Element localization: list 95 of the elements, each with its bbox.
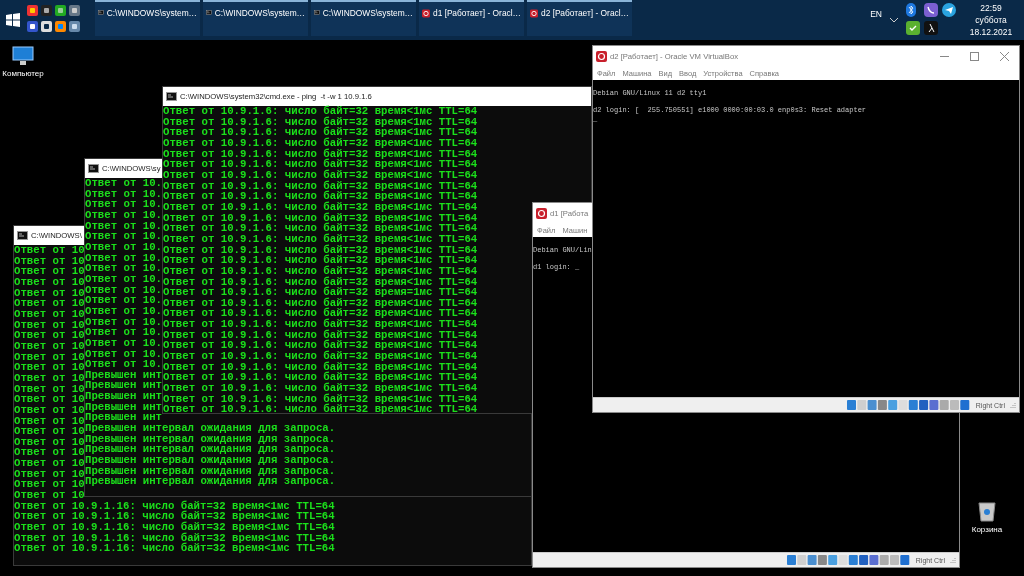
- console-line: Ответ от 10.: [85, 359, 162, 370]
- console-line: Ответ от 10: [14, 330, 85, 341]
- console-line: Ответ от 10.: [85, 305, 162, 317]
- console-line: Ответ от 10.: [85, 348, 162, 360]
- console-line: Ответ от 10: [14, 308, 85, 320]
- console-line: Ответ от 10.9.1.6: число байт=32 время<1мс TTL=64: [163, 127, 478, 138]
- desktop-icon-label[interactable]: Корзина: [971, 525, 1003, 534]
- console-line: Ответ от 10.: [85, 337, 162, 349]
- console-line: Ответ от 10: [14, 458, 85, 469]
- console-line: Ответ от 10: [14, 255, 85, 267]
- console-line: Ответ от 10.: [85, 316, 162, 328]
- console-line: Превышен интервал ожидания для запроса.: [85, 465, 336, 477]
- paper-plane-icon[interactable]: [942, 3, 956, 17]
- console-line: Превышен интервал ожидания для запроса.: [85, 476, 336, 488]
- console-line: Ответ от 10.9.1.6: число байт=32 время<1мс TTL=64: [163, 233, 478, 245]
- clock[interactable]: 22:59 суббота 18.12.2021: [966, 0, 1016, 38]
- console-line: Ответ от 10: [14, 479, 85, 491]
- console-line: Ответ от 10.: [85, 252, 162, 264]
- console-line: Ответ от 10.: [85, 263, 162, 274]
- console-line: Ответ от 10.9.1.6: число байт=32 время<1мс TTL=64: [163, 169, 478, 181]
- console-line: Превышен интервал ожидания для запроса.: [85, 423, 336, 434]
- console-line: Ответ от 10.: [85, 188, 162, 200]
- console-line: Ответ от 10: [14, 383, 85, 395]
- console-line: Ответ от 10: [14, 372, 85, 384]
- console-line: Ответ от 10: [14, 468, 85, 480]
- console-line: Ответ от 10.9.1.6: число байт=32 время<1мс TTL=64: [163, 191, 478, 202]
- clock-weekday: суббота: [975, 14, 1007, 26]
- console-line: Ответ от 10: [14, 319, 85, 331]
- console-line: Ответ от 10: [14, 351, 85, 363]
- console-line: Ответ от 10.: [85, 231, 162, 242]
- taskbar-button[interactable]: C:\WINDOWS\system…: [203, 0, 308, 36]
- maximize-icon: [969, 51, 979, 61]
- console-line: Ответ от 10.9.1.6: число байт=32 время<1мс TTL=64: [163, 106, 478, 117]
- console-line: Ответ от 10: [14, 415, 85, 427]
- bluetooth-icon[interactable]: [906, 3, 916, 17]
- console-line: Ответ от 10.9.1.6: число байт=32 время<1мс TTL=64: [163, 404, 478, 416]
- console-line: Ответ от 10: [14, 447, 85, 459]
- chevron-icon[interactable]: [890, 18, 898, 23]
- console-line: Ответ от 10: [14, 245, 85, 256]
- taskbar-button[interactable]: d2 [Работает] - Oracl…: [527, 0, 632, 36]
- console-line: Ответ от 10: [14, 276, 85, 288]
- windows-logo-icon: [6, 13, 20, 27]
- console-line: Ответ от 10.9.1.6: число байт=32 время<1мс TTL=64: [163, 255, 478, 266]
- minimize-icon: [939, 55, 949, 57]
- console-line: Ответ от 10.9.1.16: число байт=32 время<1мс TTL=64: [14, 522, 335, 533]
- console-line: Ответ от 10: [14, 362, 85, 373]
- console-line: Ответ от 10: [14, 266, 85, 277]
- console-line: Превышен инт: [85, 380, 162, 392]
- console-line: Ответ от 10.9.1.6: число байт=32 время<1мс TTL=64: [163, 383, 478, 394]
- check-icon[interactable]: [906, 21, 920, 35]
- console-line: Превышен инт: [85, 401, 162, 413]
- console-line: Ответ от 10.: [85, 220, 162, 232]
- console-line: Ответ от 10.: [85, 178, 162, 189]
- console-line: Превышен инт: [85, 391, 162, 402]
- language-indicator[interactable]: EN: [870, 9, 882, 19]
- clock-date: 18.12.2021: [969, 26, 1013, 38]
- console-line: Ответ от 10.9.1.6: число байт=32 время<1мс TTL=64: [163, 223, 478, 234]
- taskbar-button[interactable]: d1 [Работает] - Oracl…: [419, 0, 524, 36]
- desktop-icon-label[interactable]: Компьютер: [2, 69, 44, 78]
- console-line: Ответ от 10.9.1.6: число байт=32 время<1мс TTL=64: [163, 351, 478, 362]
- console-line: Превышен интервал ожидания для запроса.: [85, 455, 336, 466]
- console-line: Ответ от 10.9.1.6: число байт=32 время<1мс TTL=64: [163, 137, 478, 149]
- console-line: Ответ от 10.: [85, 327, 162, 338]
- console-line: Ответ от 10.: [85, 209, 162, 221]
- clock-time: 22:59: [980, 2, 1002, 14]
- console-line: Ответ от 10.: [85, 199, 162, 210]
- trash-bin-icon: [978, 500, 996, 522]
- taskbar-button[interactable]: C:\WINDOWS\system…: [311, 0, 416, 36]
- console-line: Ответ от 10.: [85, 273, 162, 285]
- console-line: Ответ от 10: [14, 394, 85, 405]
- console-line: Ответ от 10.9.1.6: число байт=32 время<1мс TTL=64: [163, 201, 478, 213]
- console-line: Превышен интервал ожидания для запроса.: [85, 444, 336, 456]
- console-line: Ответ от 10: [14, 490, 85, 501]
- taskbar-button[interactable]: C:\WINDOWS\system…: [95, 0, 200, 36]
- close-icon: [999, 51, 1009, 61]
- phone-icon[interactable]: [924, 3, 938, 17]
- console-line: Ответ от 10.9.1.6: число байт=32 время<1мс TTL=64: [163, 159, 478, 170]
- console-line: Ответ от 10: [14, 426, 85, 437]
- console-line: Ответ от 10.: [85, 284, 162, 296]
- console-line: Ответ от 10.9.1.6: число байт=32 время=1мс TTL=64: [163, 287, 478, 298]
- console-line: Превышен инт: [85, 369, 162, 381]
- console-line: Ответ от 10: [14, 287, 85, 299]
- console-line: Ответ от 10.9.1.6: число байт=32 время<1мс TTL=64: [163, 265, 478, 277]
- console-line: Превышен инт: [85, 412, 162, 424]
- console-line: Ответ от 10: [14, 436, 85, 448]
- console-line: Ответ от 10.: [85, 295, 162, 306]
- resize-grip-icon: [950, 557, 956, 563]
- console-line: Ответ от 10: [14, 340, 85, 352]
- console-line: Ответ от 10.9.1.16: число байт=32 время<1мс TTL=64: [14, 543, 335, 555]
- console-line: Ответ от 10.9.1.6: число байт=32 время<1мс TTL=64: [163, 319, 478, 330]
- console-line: Ответ от 10: [14, 298, 85, 309]
- console-line: Ответ от 10.: [85, 241, 162, 253]
- console-line: Превышен интервал ожидания для запроса.: [85, 433, 336, 445]
- resize-grip-icon: [1010, 402, 1016, 408]
- console-line: Ответ от 10: [14, 404, 85, 416]
